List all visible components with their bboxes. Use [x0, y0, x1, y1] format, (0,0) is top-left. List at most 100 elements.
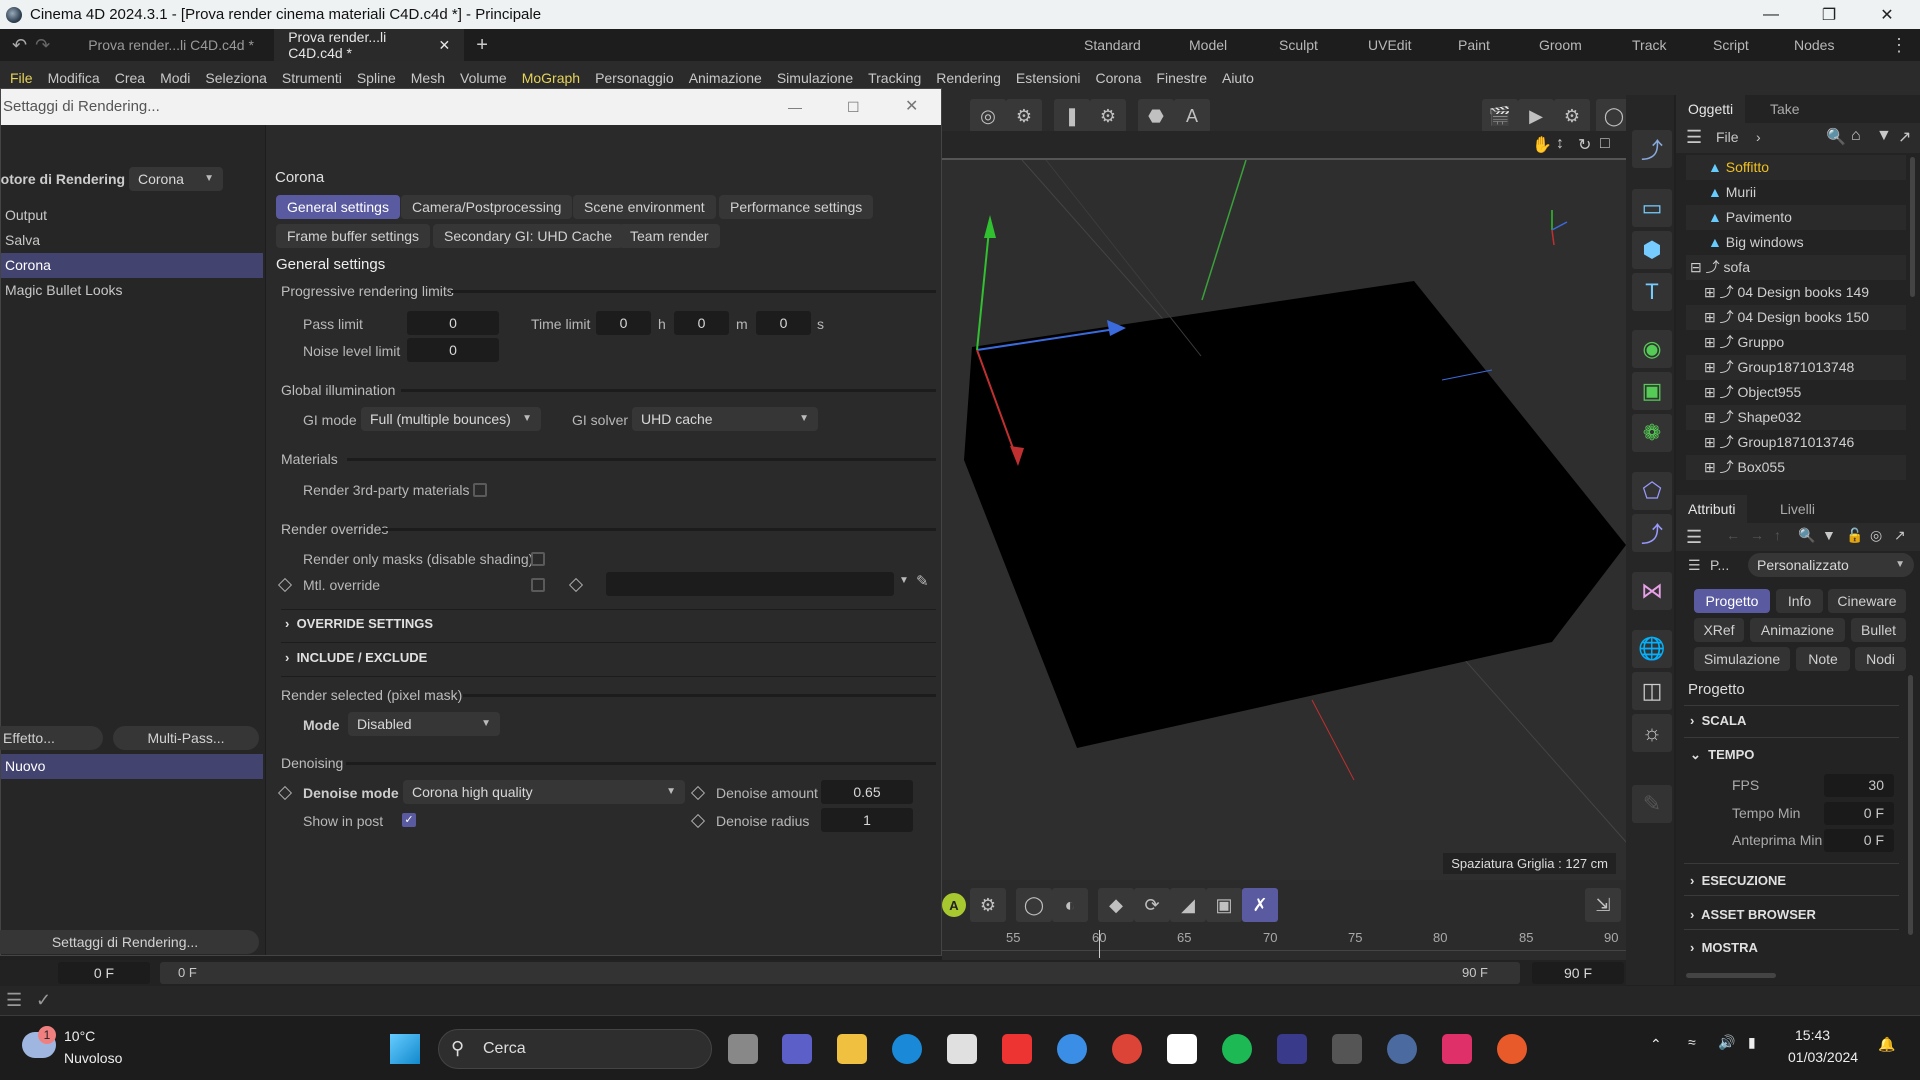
mtl-override-checkbox[interactable] [531, 578, 545, 592]
chevron-down-icon[interactable]: ▼ [899, 575, 909, 586]
tab-frame-buffer-settings[interactable]: Frame buffer settings [276, 224, 431, 248]
preset-item-nuovo[interactable]: Nuovo [1, 754, 263, 779]
menu-mesh[interactable]: Mesh [411, 70, 445, 86]
mouse-record-icon[interactable]: ◯ [1016, 888, 1052, 922]
menu-rendering[interactable]: Rendering [936, 70, 1001, 86]
effect-button[interactable]: Effetto... [0, 726, 103, 750]
new-window-icon[interactable]: ↗ [1898, 127, 1911, 147]
close-button[interactable]: ✕ [1858, 0, 1916, 29]
layout-nodes[interactable]: Nodes [1794, 29, 1834, 61]
render-region-icon[interactable]: ◎ [970, 99, 1006, 133]
symmetry-icon[interactable]: ❚ [1054, 99, 1090, 133]
attr-btn-xref[interactable]: XRef [1694, 618, 1744, 642]
wifi-icon[interactable]: ≈ [1688, 1034, 1696, 1050]
sidebar-item-salva[interactable]: Salva [1, 228, 263, 253]
multipass-button[interactable]: Multi-Pass... [113, 726, 259, 750]
third-party-checkbox[interactable] [473, 483, 487, 497]
renderer-dropdown[interactable]: Corona ▼ [129, 167, 223, 191]
dialog-close-button[interactable]: ✕ [905, 89, 918, 125]
new-window-icon[interactable]: ↗ [1894, 527, 1906, 544]
move-view-icon[interactable]: ↕ [1556, 135, 1564, 153]
object-item[interactable]: ⊞ ⤴ Shape032 [1686, 405, 1906, 430]
sidebar-item-magic-bullet-looks[interactable]: Magic Bullet Looks [1, 278, 263, 303]
layout-script[interactable]: Script [1713, 29, 1749, 61]
back-icon[interactable]: ← [1726, 527, 1740, 543]
menu-simulazione[interactable]: Simulazione [777, 70, 853, 86]
object-item[interactable]: ⊞ ⤴ Group1871013746 [1686, 430, 1906, 455]
cinema4d-taskbar-icon[interactable] [1387, 1034, 1417, 1064]
keyframe-pla-icon[interactable]: ✗ [1242, 888, 1278, 922]
gi-solver-dropdown[interactable]: UHD cache ▼ [632, 407, 818, 431]
teams-icon[interactable] [782, 1034, 812, 1064]
lock-icon[interactable]: 🔓 [1846, 527, 1863, 544]
plane-icon[interactable]: ▭ [1632, 189, 1672, 227]
eyedropper-icon[interactable]: ✎ [916, 572, 929, 590]
maximize-button[interactable]: ❐ [1800, 0, 1858, 29]
search-icon[interactable]: 🔍 [1826, 127, 1846, 147]
object-item[interactable]: ⊞ ⤴ Group1871013748 [1686, 355, 1906, 380]
section-asset-browser[interactable]: › ASSET BROWSER [1690, 907, 1816, 922]
forward-icon[interactable]: → [1750, 527, 1764, 543]
minimize-button[interactable]: — [1742, 0, 1800, 29]
app-red-icon[interactable] [1002, 1034, 1032, 1064]
file-menu[interactable]: File [1716, 129, 1739, 145]
fracture-icon[interactable]: ▣ [1632, 372, 1672, 410]
attr-btn-bullet[interactable]: Bullet [1851, 618, 1906, 642]
tab-general-settings[interactable]: General settings [276, 195, 400, 219]
section-scala[interactable]: › SCALA [1690, 713, 1746, 728]
pixel-mask-mode-dropdown[interactable]: Disabled ▼ [348, 712, 500, 736]
notification-bell-icon[interactable]: 🔔 [1878, 1036, 1895, 1053]
tab-livelli[interactable]: Livelli [1768, 495, 1827, 523]
frame-range-slider[interactable]: 0 F 90 F [160, 962, 1520, 984]
document-tab-active[interactable]: Prova render...li C4D.c4d * ✕ [274, 29, 465, 61]
tab-attributi[interactable]: Attributi [1676, 495, 1748, 523]
object-item[interactable]: ⊞ ⤴ Box055 [1686, 455, 1906, 480]
auto-icon[interactable]: A [1174, 99, 1210, 133]
search-box[interactable]: ⚲ Cerca [438, 1029, 712, 1069]
store-icon[interactable] [947, 1034, 977, 1064]
show-in-post-checkbox[interactable]: ✓ [402, 813, 416, 827]
keyframe-scale-icon[interactable]: ◢ [1170, 888, 1206, 922]
camera-icon[interactable]: ◫ [1632, 672, 1672, 710]
keyframe-icon[interactable] [277, 785, 293, 801]
attributes-scrollbar[interactable] [1908, 675, 1913, 935]
fps-field[interactable]: 30 [1824, 774, 1894, 797]
weather-temp[interactable]: 10°C [64, 1028, 95, 1044]
object-item[interactable]: ▲ Murii [1686, 180, 1906, 205]
app-pink-icon[interactable] [1442, 1034, 1472, 1064]
layout-standard[interactable]: Standard [1084, 29, 1141, 61]
mode-settings-icon[interactable]: ☰ [1688, 557, 1701, 574]
collapse-icon[interactable]: ⊟ [1690, 259, 1702, 275]
attr-btn-nodi[interactable]: Nodi [1855, 647, 1906, 671]
attr-btn-animazione[interactable]: Animazione [1750, 618, 1845, 642]
expand-icon[interactable]: ⊞ [1704, 409, 1716, 425]
object-item[interactable]: ⊞ ⤴ 04 Design books 149 [1686, 280, 1906, 305]
volume-icon[interactable]: 🔊 [1718, 1034, 1735, 1051]
layout-uvedit[interactable]: UVEdit [1368, 29, 1412, 61]
end-frame-field[interactable]: 90 F [1532, 962, 1624, 984]
layout-paint[interactable]: Paint [1458, 29, 1490, 61]
timeline-ruler[interactable]: 55 60 65 70 75 80 85 90 [942, 930, 1626, 960]
expand-icon[interactable]: ⊞ [1704, 384, 1716, 400]
check-icon[interactable]: ✓ [36, 990, 51, 1011]
keyframe-rotation-icon[interactable]: ⟳ [1134, 888, 1170, 922]
menu-tracking[interactable]: Tracking [868, 70, 921, 86]
expand-icon[interactable]: ⊞ [1704, 284, 1716, 300]
menu-spline[interactable]: Spline [357, 70, 396, 86]
battery-icon[interactable]: ▮ [1748, 1034, 1756, 1051]
media-player-icon[interactable] [1497, 1034, 1527, 1064]
menu-animazione[interactable]: Animazione [689, 70, 762, 86]
fold-override-settings[interactable]: › OVERRIDE SETTINGS [285, 616, 433, 631]
render-settings-button[interactable]: Settaggi di Rendering... [0, 930, 259, 954]
generator-icon[interactable]: ⤴ [1632, 514, 1672, 552]
add-tab-icon[interactable]: + [476, 34, 488, 57]
menu-seleziona[interactable]: Seleziona [205, 70, 267, 86]
app-icon[interactable] [1332, 1034, 1362, 1064]
sky-icon[interactable]: 🌐 [1632, 630, 1672, 668]
menu-file[interactable]: File [10, 70, 33, 86]
section-esecuzione[interactable]: › ESECUZIONE [1690, 873, 1786, 888]
undo-icon[interactable]: ↶ [12, 35, 27, 56]
object-item[interactable]: ⊞ ⤴ Object955 [1686, 380, 1906, 405]
menu-aiuto[interactable]: Aiuto [1222, 70, 1254, 86]
app-icon[interactable] [1277, 1034, 1307, 1064]
